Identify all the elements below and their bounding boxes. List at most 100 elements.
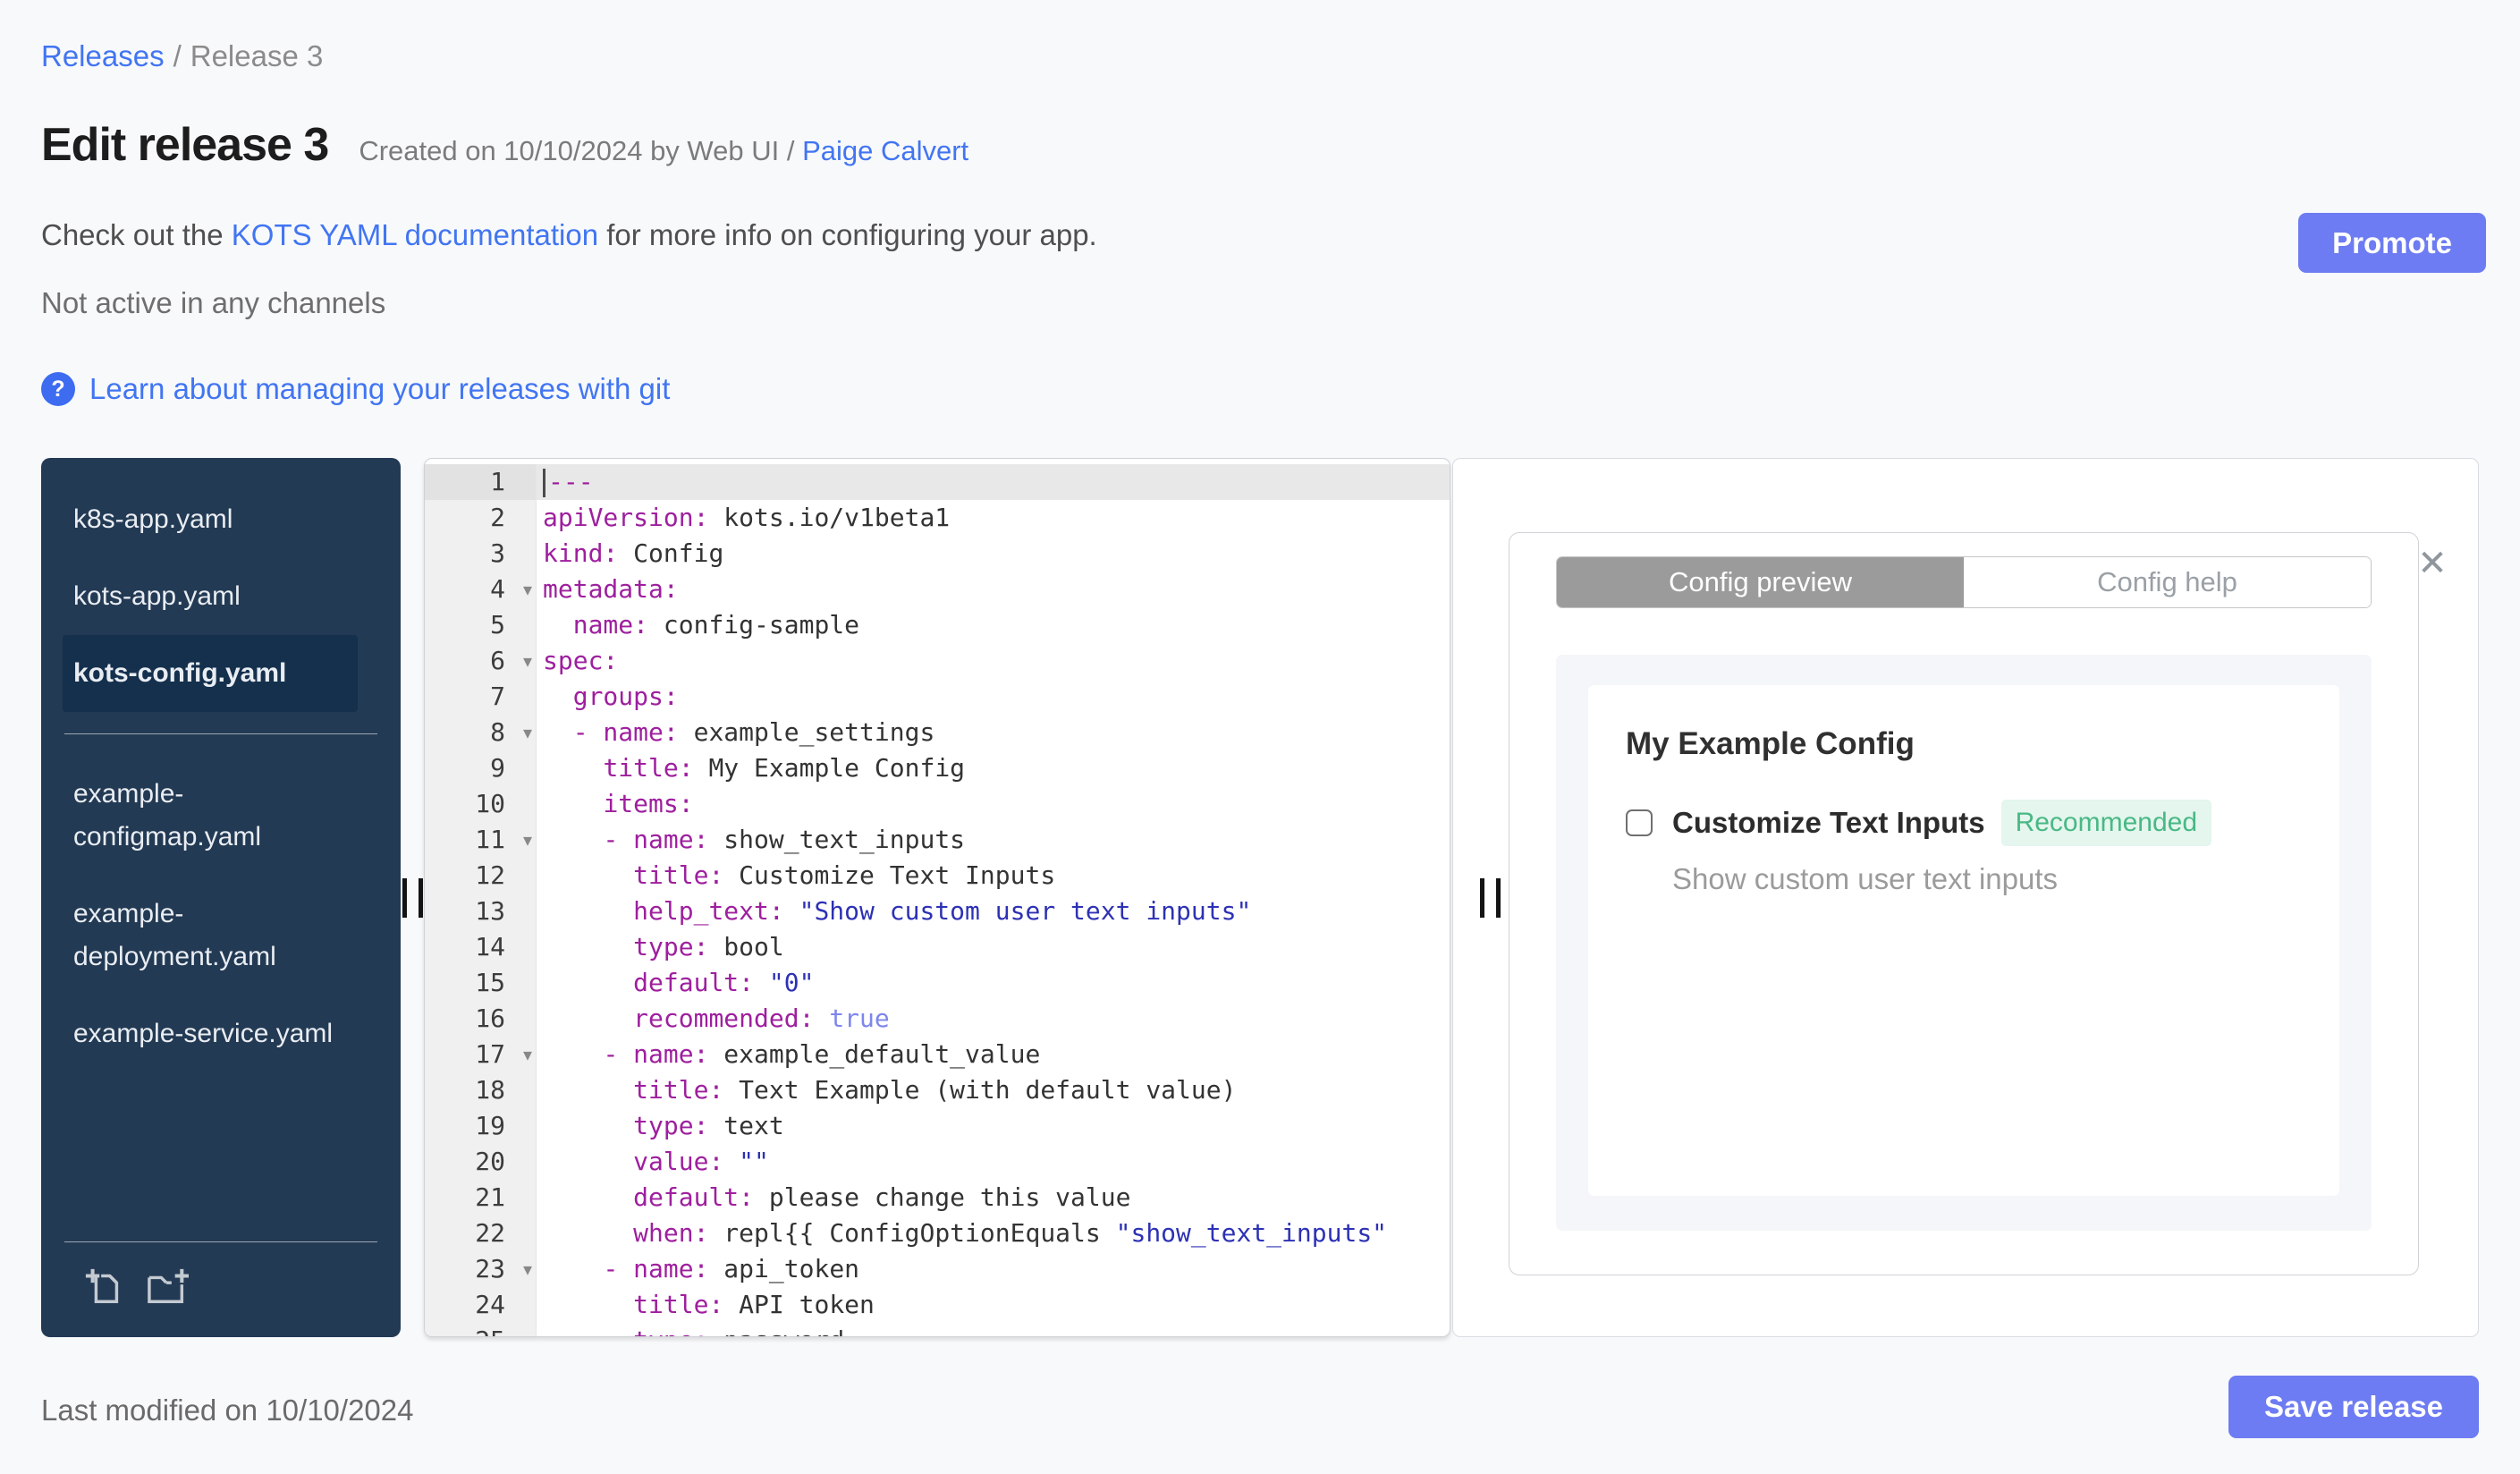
code-line: 19 type: text xyxy=(425,1108,1450,1144)
code-line: 24 title: API token xyxy=(425,1287,1450,1323)
line-number: 6 ▾ xyxy=(425,643,537,679)
fold-arrow-icon[interactable]: ▾ xyxy=(523,1251,532,1287)
fold-arrow-icon[interactable]: ▾ xyxy=(523,822,532,858)
code-text: items: xyxy=(603,789,694,818)
line-number: 24 xyxy=(425,1287,537,1323)
file-item[interactable]: kots-app.yaml xyxy=(63,558,358,635)
code-text: kind: Config xyxy=(543,538,724,568)
customize-text-inputs-checkbox[interactable] xyxy=(1626,809,1653,836)
preview-tabs: Config preview Config help xyxy=(1556,556,2372,608)
code-text: spec: xyxy=(543,646,619,675)
line-number: 14 xyxy=(425,929,537,965)
code-line: 8 ▾ - name: example_settings xyxy=(425,715,1450,750)
line-number: 22 xyxy=(425,1216,537,1251)
sidebar-bottom-divider xyxy=(64,1241,377,1242)
add-folder-icon[interactable] xyxy=(145,1266,191,1314)
code-text: - name: example_settings xyxy=(572,717,935,747)
line-number: 23 ▾ xyxy=(425,1251,537,1287)
code-text: recommended: true xyxy=(633,1004,890,1033)
code-line: 17 ▾ - name: example_default_value xyxy=(425,1037,1450,1072)
sidebar-resize-handle[interactable] xyxy=(402,877,423,918)
line-number: 13 xyxy=(425,894,537,929)
close-icon[interactable]: ✕ xyxy=(2417,546,2448,581)
fold-arrow-icon[interactable]: ▾ xyxy=(523,1037,532,1072)
line-number: 16 xyxy=(425,1001,537,1037)
file-item[interactable]: example-configmap.yaml xyxy=(63,756,358,876)
release-workspace: k8s-app.yaml kots-app.yaml kots-config.yam… xyxy=(41,458,2479,1337)
file-list: k8s-app.yaml kots-app.yaml kots-config.yam… xyxy=(41,458,401,1072)
preview-card: Config preview Config help My Example Co… xyxy=(1509,532,2419,1275)
breadcrumb-releases-link[interactable]: Releases xyxy=(41,39,165,72)
created-info: Created on 10/10/2024 by Web UI / Paige … xyxy=(359,135,968,167)
line-number: 10 xyxy=(425,786,537,822)
file-item[interactable]: example-deployment.yaml xyxy=(63,876,358,995)
fold-arrow-icon[interactable]: ▾ xyxy=(523,715,532,750)
code-line: 21 default: please change this value xyxy=(425,1180,1450,1216)
fold-arrow-icon[interactable]: ▾ xyxy=(523,643,532,679)
fold-arrow-icon[interactable]: ▾ xyxy=(523,572,532,607)
code-line: 12 title: Customize Text Inputs xyxy=(425,858,1450,894)
line-number: 9 xyxy=(425,750,537,786)
tab-config-help[interactable]: Config help xyxy=(1964,557,2371,607)
breadcrumb-separator: / xyxy=(173,39,182,72)
line-number: 21 xyxy=(425,1180,537,1216)
preview-resize-handle[interactable] xyxy=(1480,877,1501,918)
line-number: 19 xyxy=(425,1108,537,1144)
config-group-card: My Example Config Customize Text Inputs … xyxy=(1588,685,2339,1196)
code-line: 20 value: "" xyxy=(425,1144,1450,1180)
code-line: 16 recommended: true xyxy=(425,1001,1450,1037)
promote-button[interactable]: Promote xyxy=(2298,213,2486,273)
code-text: apiVersion: kots.io/v1beta1 xyxy=(543,503,951,532)
code-line: 3 kind: Config xyxy=(425,536,1450,572)
code-line: 9 title: My Example Config xyxy=(425,750,1450,786)
yaml-editor[interactable]: 1 --- 2 apiVersion: kots.io/v1beta1 3 kind: C… xyxy=(424,458,1450,1337)
line-number: 8 ▾ xyxy=(425,715,537,750)
file-item[interactable]: example-service.yaml xyxy=(63,995,358,1072)
line-number: 17 ▾ xyxy=(425,1037,537,1072)
config-preview-panel: ✕ Config preview Config help My Example … xyxy=(1452,458,2479,1337)
line-number: 12 xyxy=(425,858,537,894)
tab-config-preview[interactable]: Config preview xyxy=(1557,557,1964,607)
code-line: 18 title: Text Example (with default val… xyxy=(425,1072,1450,1108)
code-line: 13 help_text: "Show custom user text inp… xyxy=(425,894,1450,929)
code-text: default: "0" xyxy=(633,968,815,997)
code-text: value: "" xyxy=(633,1147,769,1176)
add-file-icon[interactable] xyxy=(84,1266,125,1314)
last-modified-text: Last modified on 10/10/2024 xyxy=(41,1394,414,1427)
channel-status: Not active in any channels xyxy=(41,286,386,319)
file-sidebar: k8s-app.yaml kots-app.yaml kots-config.yam… xyxy=(41,458,401,1337)
created-text: Created on 10/10/2024 by Web UI / xyxy=(359,135,803,166)
line-number: 7 xyxy=(425,679,537,715)
code-text: groups: xyxy=(572,682,679,711)
git-releases-link[interactable]: Learn about managing your releases with … xyxy=(89,372,670,406)
help-icon[interactable]: ? xyxy=(41,372,75,406)
kots-docs-link[interactable]: KOTS YAML documentation xyxy=(232,218,598,251)
code-text: type: bool xyxy=(633,932,784,961)
code-text: type: password xyxy=(537,1323,1450,1336)
code-text: --- xyxy=(537,464,1450,500)
code-text: title: API token xyxy=(633,1290,875,1319)
preview-body: My Example Config Customize Text Inputs … xyxy=(1556,655,2372,1231)
author-link[interactable]: Paige Calvert xyxy=(802,135,968,166)
line-number: 2 xyxy=(425,500,537,536)
text-cursor xyxy=(543,469,545,497)
code-line: 10 items: xyxy=(425,786,1450,822)
code-line: 23 ▾ - name: api_token xyxy=(425,1251,1450,1287)
line-number: 18 xyxy=(425,1072,537,1108)
code-text: - name: show_text_inputs xyxy=(603,825,966,854)
code-line: 2 apiVersion: kots.io/v1beta1 xyxy=(425,500,1450,536)
docs-note-prefix: Check out the xyxy=(41,218,232,251)
line-number: 5 xyxy=(425,607,537,643)
docs-note-suffix: for more info on configuring your app. xyxy=(598,218,1097,251)
code-text: - name: example_default_value xyxy=(603,1039,1041,1069)
code-line: 5 name: config-sample xyxy=(425,607,1450,643)
line-number: 25 xyxy=(425,1323,537,1336)
file-item[interactable]: kots-config.yaml xyxy=(63,635,358,712)
code-text: title: My Example Config xyxy=(603,753,966,783)
save-release-button[interactable]: Save release xyxy=(2228,1376,2479,1438)
code-line: 6 ▾ spec: xyxy=(425,643,1450,679)
code-text: title: Customize Text Inputs xyxy=(633,860,1056,890)
file-item[interactable]: k8s-app.yaml xyxy=(63,481,358,558)
code-text: help_text: "Show custom user text inputs… xyxy=(633,896,1252,926)
config-group-title: My Example Config xyxy=(1626,726,1915,761)
